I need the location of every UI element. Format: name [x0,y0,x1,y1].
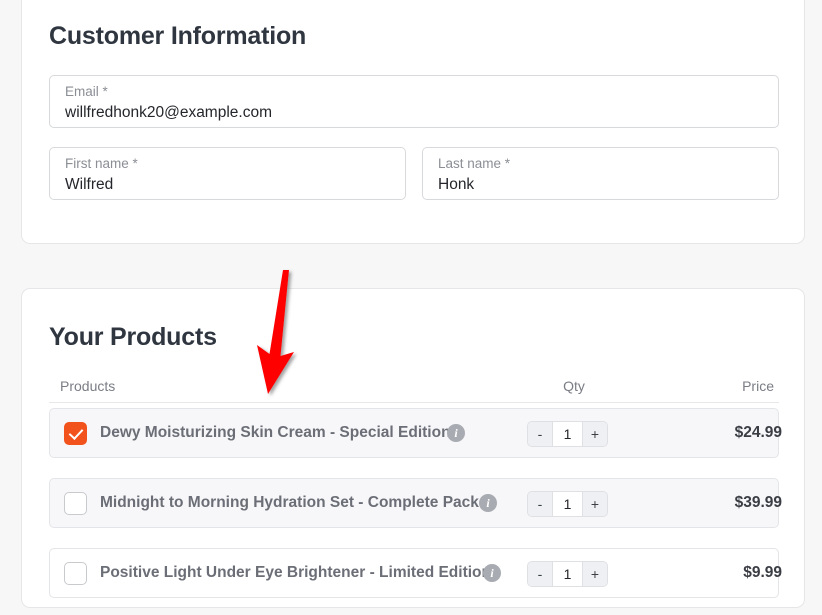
quantity-input[interactable]: 1 [552,562,583,586]
table-header-divider [49,402,779,403]
info-icon[interactable]: i [479,494,497,512]
first-name-field-value: Wilfred [65,176,114,193]
first-name-field[interactable]: First name * Wilfred [49,147,406,200]
quantity-stepper[interactable]: - 1 + [527,561,608,587]
product-name: Midnight to Morning Hydration Set - Comp… [100,494,479,511]
page-title: Customer Information [49,22,307,50]
last-name-field-value: Honk [438,176,475,193]
quantity-stepper[interactable]: - 1 + [527,421,608,447]
products-section-title: Your Products [49,323,217,351]
customer-information-card: Customer Information Email * willfredhon… [21,0,805,244]
checkout-page: Customer Information Email * willfredhon… [0,0,822,615]
info-icon[interactable]: i [483,564,501,582]
first-name-field-label: First name * [65,156,138,171]
your-products-card: Your Products Products Qty Price Dewy Mo… [21,288,805,608]
quantity-increment-button[interactable]: + [583,562,607,586]
quantity-increment-button[interactable]: + [583,492,607,516]
quantity-decrement-button[interactable]: - [528,422,552,446]
product-checkbox[interactable] [64,562,87,585]
quantity-input[interactable]: 1 [552,422,583,446]
last-name-field-label: Last name * [438,156,511,171]
table-row[interactable]: Dewy Moisturizing Skin Cream - Special E… [49,408,782,458]
last-name-field[interactable]: Last name * Honk [422,147,779,200]
column-header-qty: Qty [563,378,585,394]
email-field-value: willfredhonk20@example.com [65,104,272,121]
email-field-label: Email * [65,84,108,99]
quantity-input[interactable]: 1 [552,492,583,516]
product-price: $39.99 [734,494,782,511]
table-row[interactable]: Positive Light Under Eye Brightener - Li… [49,548,782,598]
info-icon[interactable]: i [447,424,465,442]
product-price: $24.99 [734,424,782,441]
table-row[interactable]: Midnight to Morning Hydration Set - Comp… [49,478,782,528]
product-name: Dewy Moisturizing Skin Cream - Special E… [100,424,451,441]
quantity-decrement-button[interactable]: - [528,562,552,586]
quantity-stepper[interactable]: - 1 + [527,491,608,517]
column-header-price: Price [742,378,774,394]
column-header-products: Products [60,378,116,394]
quantity-increment-button[interactable]: + [583,422,607,446]
product-price: $9.99 [743,564,782,581]
product-checkbox[interactable] [64,422,87,445]
product-name: Positive Light Under Eye Brightener - Li… [100,564,491,581]
product-checkbox[interactable] [64,492,87,515]
email-field[interactable]: Email * willfredhonk20@example.com [49,75,779,128]
quantity-decrement-button[interactable]: - [528,492,552,516]
